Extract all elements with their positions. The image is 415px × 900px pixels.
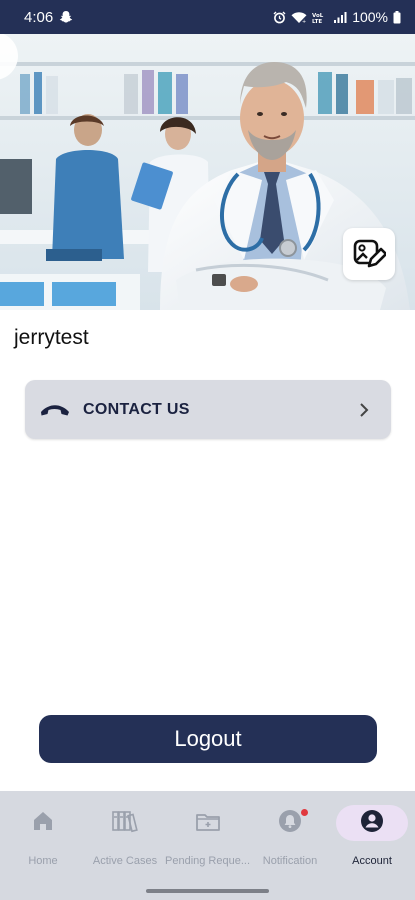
edit-photo-button[interactable]: [343, 228, 395, 280]
nav-item-home[interactable]: Home: [2, 791, 84, 867]
contact-us-label: CONTACT US: [83, 400, 190, 418]
home-icon: [31, 809, 55, 838]
bottom-navigation: Home Active Cases Pending Reque... Notif…: [0, 791, 415, 882]
cell-signal-icon: [333, 11, 347, 24]
nav-item-pending-requests[interactable]: Pending Reque...: [165, 791, 251, 867]
contact-us-button[interactable]: CONTACT US: [25, 380, 391, 439]
nav-icon-container: [336, 805, 408, 841]
status-bar: 4:06 + VoL LTE 100%: [0, 0, 415, 34]
home-gesture-bar[interactable]: [146, 889, 269, 893]
cases-icon: [111, 809, 139, 838]
nav-label: Active Cases: [92, 855, 158, 867]
nav-label: Notification: [262, 855, 318, 867]
notification-badge: [301, 809, 308, 816]
wifi-icon: +: [291, 11, 307, 24]
nav-item-notification[interactable]: Notification: [249, 791, 331, 867]
username: jerrytest: [14, 326, 89, 349]
battery-percent: 100%: [352, 9, 388, 25]
nav-item-active-cases[interactable]: Active Cases: [84, 791, 166, 867]
folder-icon: [194, 809, 222, 838]
nav-label: Pending Reque...: [165, 855, 251, 867]
svg-text:+: +: [302, 19, 306, 24]
status-time: 4:06: [24, 8, 54, 26]
logout-button[interactable]: Logout: [39, 715, 377, 763]
nav-icon-container: [254, 805, 326, 841]
nav-icon-container: [89, 805, 161, 841]
nav-label: Account: [352, 855, 392, 867]
bell-icon: [277, 808, 303, 839]
status-left: 4:06: [24, 9, 73, 26]
edit-image-icon: [352, 237, 386, 271]
status-right: + VoL LTE 100%: [273, 9, 401, 25]
nav-label: Home: [28, 855, 58, 867]
gesture-area: [0, 882, 415, 900]
snapchat-icon: [59, 10, 73, 24]
nav-icon-container: [172, 805, 244, 841]
nav-item-account[interactable]: Account: [331, 791, 413, 867]
account-icon: [359, 808, 385, 839]
profile-header-photo: [0, 34, 415, 310]
lte-signal-icon: VoL LTE: [312, 11, 328, 24]
svg-text:LTE: LTE: [312, 19, 322, 24]
phone-icon: [39, 400, 71, 420]
nav-icon-container: [7, 805, 79, 841]
chevron-right-icon: [359, 402, 373, 418]
battery-icon: [393, 10, 401, 24]
alarm-icon: [273, 11, 286, 24]
